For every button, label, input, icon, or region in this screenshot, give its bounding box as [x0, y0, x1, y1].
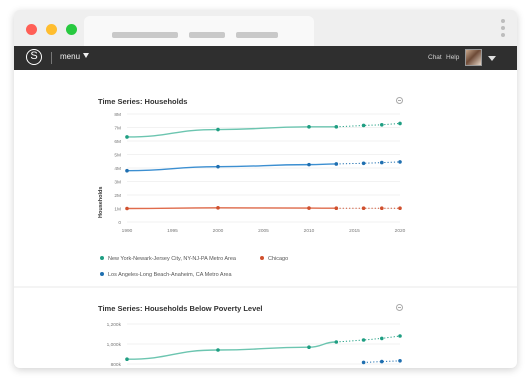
menu-label: menu: [60, 52, 81, 61]
series-forecast-line: [336, 335, 401, 343]
data-point: [307, 162, 311, 167]
poverty-households-chart: 1,200k 1,000k 800k: [107, 322, 402, 368]
options-icon[interactable]: [396, 304, 403, 311]
data-point: [307, 206, 311, 210]
data-point: [216, 206, 220, 210]
data-point: [125, 206, 129, 211]
data-point: [361, 161, 366, 166]
data-point: [307, 345, 311, 349]
legend-label: New York-Newark-Jersey City, NY-NJ-PA Me…: [108, 256, 236, 262]
households-chart: 8M 7M 6M 5M 4M 3M 2M 1M 01990 1995 2000 2005 2010 201…: [114, 112, 406, 234]
chevron-down-icon: [83, 53, 90, 58]
y-tick-label: 2M: [114, 193, 121, 199]
chart-title: Time Series: Households: [98, 97, 188, 106]
browser-tab[interactable]: [84, 16, 314, 46]
options-icon[interactable]: [396, 97, 403, 104]
series-line: [126, 126, 337, 138]
minimize-window-button[interactable]: [46, 24, 57, 35]
x-tick-label: 1995: [167, 228, 178, 234]
chat-link[interactable]: Chat: [428, 54, 442, 61]
y-tick-label: 6M: [114, 139, 121, 145]
data-point: [398, 121, 402, 126]
data-point: [398, 359, 402, 363]
data-point: [380, 359, 384, 364]
x-tick-label: 2015: [349, 228, 360, 234]
data-point: [361, 123, 366, 128]
browser-menu-icon[interactable]: [501, 19, 505, 40]
data-point: [361, 338, 366, 342]
tab-placeholder-bar: [236, 32, 278, 38]
y-tick-label: 1,200k: [107, 322, 122, 328]
series-line: [126, 163, 337, 172]
y-tick-label: 3M: [114, 180, 121, 186]
y-tick-label: 8M: [114, 112, 121, 118]
legend-swatch: [260, 256, 264, 260]
data-point: [125, 135, 129, 139]
x-tick-label: 2000: [213, 228, 224, 234]
data-point: [216, 348, 220, 352]
data-point: [380, 206, 384, 211]
legend-item[interactable]: Los Angeles-Long Beach-Anaheim, CA Metro…: [100, 272, 232, 278]
data-point: [307, 125, 311, 129]
y-tick-label: 0: [118, 220, 121, 226]
close-window-button[interactable]: [26, 24, 37, 35]
tab-placeholder-bar: [112, 32, 178, 38]
maximize-window-button[interactable]: [66, 24, 77, 35]
data-point: [216, 164, 220, 169]
data-point: [216, 127, 220, 132]
y-tick-label: 1,000k: [107, 342, 122, 348]
data-point: [398, 206, 402, 211]
logo-icon[interactable]: S: [26, 49, 42, 65]
x-tick-label: 2010: [304, 228, 315, 234]
data-point: [334, 125, 339, 129]
data-point: [125, 357, 129, 361]
data-point: [334, 162, 339, 166]
main-content: Time Series: Households 8M 7M 6M 5M 4M 3M 2M 1M…: [14, 70, 517, 368]
x-tick-label: 1990: [122, 228, 133, 234]
y-tick-label: 7M: [114, 126, 121, 132]
help-link[interactable]: Help: [446, 54, 459, 61]
data-point: [380, 336, 384, 341]
chevron-down-icon[interactable]: [488, 56, 496, 61]
app-header: S menu Chat Help: [14, 46, 517, 70]
data-point: [398, 160, 402, 164]
tab-placeholder-bar: [189, 32, 225, 38]
series-forecast-line: [336, 122, 401, 128]
x-tick-label: 2020: [395, 228, 406, 234]
avatar[interactable]: [465, 49, 482, 66]
data-point: [361, 360, 366, 365]
card-divider: [14, 286, 517, 288]
header-divider: [51, 52, 52, 64]
data-point: [361, 206, 366, 211]
data-point: [334, 340, 339, 344]
y-tick-label: 1M: [114, 207, 121, 213]
y-axis-label: Households: [98, 186, 104, 218]
data-point: [398, 334, 402, 338]
legend-label: Chicago: [268, 256, 289, 262]
browser-chrome: [14, 10, 517, 46]
y-tick-label: 5M: [114, 153, 121, 159]
legend-label: Los Angeles-Long Beach-Anaheim, CA Metro…: [108, 272, 232, 278]
data-point: [380, 160, 384, 165]
data-point: [380, 123, 384, 127]
data-point: [334, 206, 339, 211]
menu-button[interactable]: menu: [60, 52, 90, 61]
legend-swatch: [100, 272, 104, 276]
legend-swatch: [100, 256, 104, 260]
data-point: [125, 168, 129, 173]
series-line: [126, 341, 337, 360]
chart-title: Time Series: Households Below Poverty Le…: [98, 304, 263, 313]
series-line: [126, 207, 337, 210]
browser-window: S menu Chat Help Time Series: Households…: [14, 10, 517, 368]
legend-item[interactable]: New York-Newark-Jersey City, NY-NJ-PA Me…: [100, 256, 236, 262]
legend-item[interactable]: Chicago: [260, 256, 288, 262]
x-tick-label: 2005: [258, 228, 269, 234]
series-forecast-line: [336, 161, 401, 165]
y-tick-label: 800k: [111, 362, 122, 368]
y-tick-label: 4M: [114, 166, 121, 172]
